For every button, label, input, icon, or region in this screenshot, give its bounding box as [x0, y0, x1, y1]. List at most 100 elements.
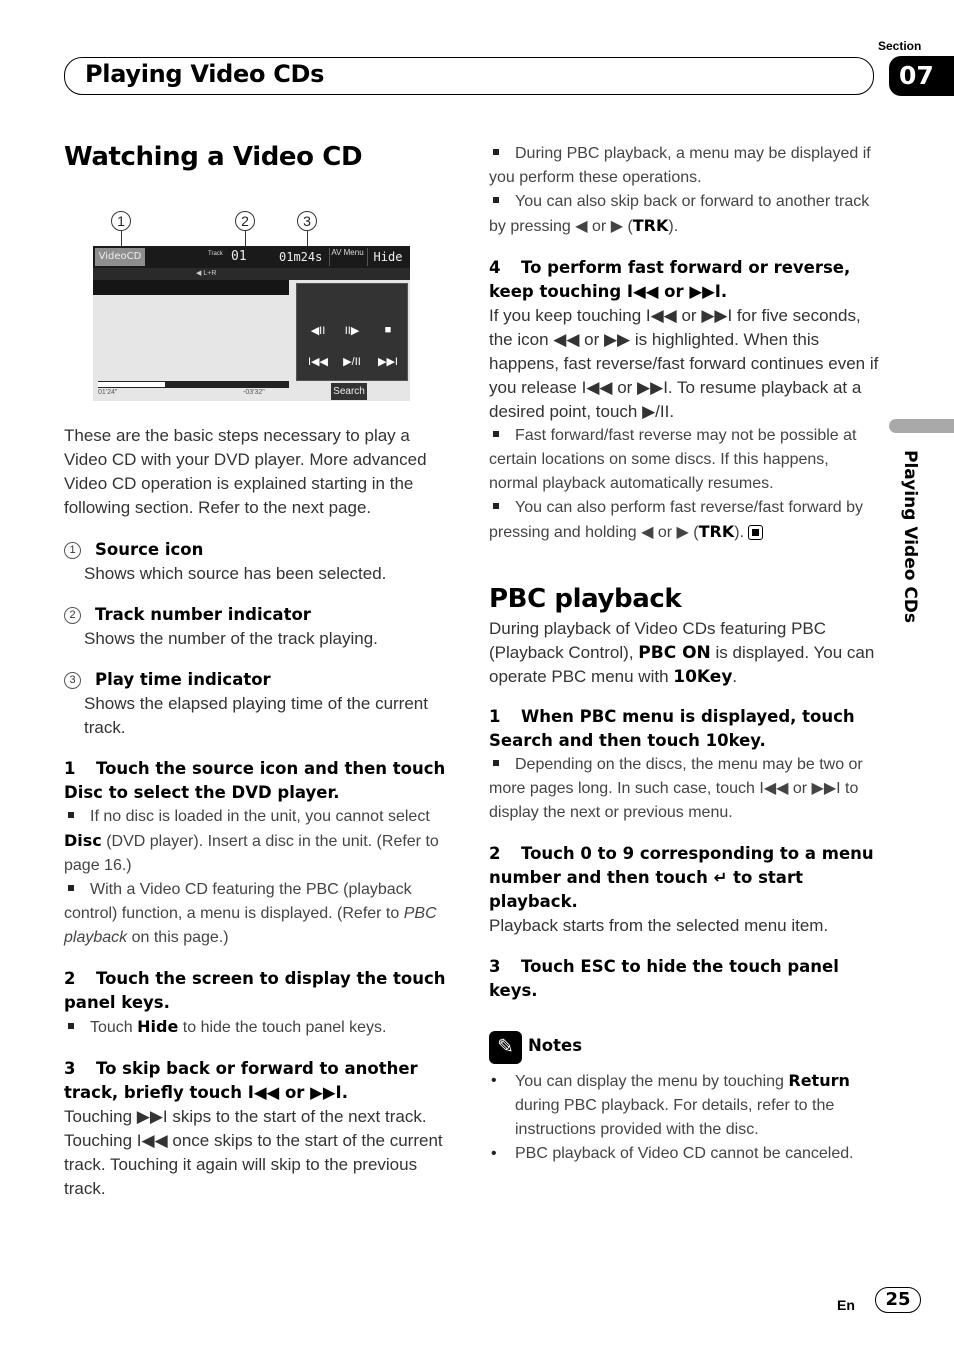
item-track-number: 2 Track number indicator Shows the number… — [64, 603, 454, 651]
playback-progress-bar — [98, 381, 289, 388]
step-4-note-2: You can also perform fast reverse/fast f… — [489, 496, 879, 545]
pbc-intro: During playback of Video CDs featuring P… — [489, 617, 879, 689]
left-column-text: These are the basic steps necessary to p… — [64, 424, 454, 1201]
note-text: (DVD player). Insert a disc in the unit.… — [64, 833, 439, 874]
note-text: You can also skip back or forward to ano… — [489, 193, 870, 235]
step-4-title: 4 To perform fast forward or reverse, kee… — [489, 256, 879, 304]
step-text: When PBC menu is displayed, touch Search… — [489, 707, 855, 750]
step-text: Touch the screen to display the touch pa… — [64, 969, 446, 1012]
note-text: during PBC playback. For details, refer … — [515, 1097, 835, 1138]
note-text: ). — [668, 218, 679, 235]
pbc-note: During PBC playback, a menu may be displ… — [489, 142, 879, 190]
step-1-note-1: If no disc is loaded in the unit, you ca… — [64, 805, 454, 878]
hide-button[interactable]: Hide — [367, 248, 408, 266]
step-1-title: 1 Touch the source icon and then touch Di… — [64, 757, 454, 805]
play-pause-button[interactable]: ▶/II — [337, 355, 367, 368]
notes-item: PBC playback of Video CD cannot be cance… — [489, 1142, 884, 1166]
speaker-icon: ◀ — [196, 270, 202, 277]
item-title: Play time indicator — [95, 670, 271, 689]
callout-1: 1 — [111, 211, 131, 231]
end-of-section-icon — [748, 525, 764, 541]
bullet-square-icon — [68, 1023, 74, 1030]
next-track-button[interactable]: ▶▶I — [373, 355, 403, 368]
note-text: on this page.) — [127, 929, 229, 946]
bullet-square-icon — [493, 149, 499, 156]
note-bold: Return — [788, 1071, 850, 1090]
remaining-time-readout: -03'32" — [243, 389, 265, 396]
notes-list: You can display the menu by touching Ret… — [489, 1069, 884, 1166]
note-text: With a Video CD featuring the PBC (playb… — [64, 881, 412, 922]
note-bold: Disc — [64, 831, 102, 850]
item-description: Shows the number of the track playing. — [84, 629, 378, 648]
step-1-note-2: With a Video CD featuring the PBC (playb… — [64, 878, 454, 950]
stop-button[interactable]: ■ — [373, 324, 403, 336]
step-4-body: If you keep touching I◀◀ or ▶▶I for five… — [489, 306, 879, 421]
step-number: 1 — [64, 759, 76, 778]
step-number: 3 — [489, 957, 501, 976]
av-menu-button[interactable]: AV Menu — [329, 248, 365, 266]
note-text: Touch — [90, 1019, 138, 1036]
touch-control-panel: ◀II II▶ ■ I◀◀ ▶/II ▶▶I — [296, 283, 408, 381]
step-3-title: 3 To skip back or forward to another trac… — [64, 1057, 454, 1105]
notes-item: You can display the menu by touching Ret… — [489, 1069, 884, 1142]
side-tab-text: Playing Video CDs — [900, 450, 920, 624]
track-label: Track — [208, 251, 223, 257]
note-text: During PBC playback, a menu may be displ… — [489, 145, 871, 186]
note-text: You can also perform fast reverse/fast f… — [489, 499, 864, 541]
item-description: Shows the elapsed playing time of the cu… — [84, 694, 428, 737]
step-text: Touch the source icon and then touch Dis… — [64, 759, 446, 802]
step-number: 2 — [489, 844, 501, 863]
item-number: 1 — [64, 542, 81, 560]
previous-track-button[interactable]: I◀◀ — [303, 355, 333, 368]
intro-bold: 10Key — [673, 667, 733, 687]
progress-fill — [98, 382, 165, 387]
step-text: Touch 0 to 9 corresponding to a menu num… — [489, 844, 874, 911]
note-bold: Hide — [137, 1017, 179, 1036]
bullet-square-icon — [493, 760, 499, 767]
screen-status-bar — [93, 268, 410, 280]
screen-black-band — [93, 280, 289, 295]
pbc-step-1-title: 1 When PBC menu is displayed, touch Searc… — [489, 705, 879, 753]
step-number: 1 — [489, 707, 501, 726]
intro-paragraph: These are the basic steps necessary to p… — [64, 426, 427, 517]
intro-text: . — [732, 667, 738, 686]
section-number-badge: 07 — [889, 56, 954, 96]
bullet-square-icon — [68, 812, 74, 819]
step-2-note: Touch Hide to hide the touch panel keys. — [64, 1015, 454, 1040]
step-text: To perform fast forward or reverse, keep… — [489, 258, 851, 301]
page-title: Playing Video CDs — [85, 60, 325, 88]
heading-watching-video-cd: Watching a Video CD — [64, 142, 363, 172]
source-icon-button[interactable]: VideoCD — [95, 248, 145, 266]
pbc-step-3-title: 3 Touch ESC to hide the touch panel keys. — [489, 955, 879, 1003]
note-bold: TRK — [698, 522, 735, 541]
note-text: You can display the menu by touching — [515, 1073, 789, 1090]
search-button[interactable]: Search — [331, 383, 367, 400]
audio-channel-label: L+R — [203, 270, 217, 277]
callout-3: 3 — [297, 211, 317, 231]
note-text: Fast forward/fast reverse may not be pos… — [489, 427, 857, 492]
page-number: 25 — [875, 1287, 921, 1313]
bullet-square-icon — [493, 431, 499, 438]
side-tab-marker — [889, 419, 954, 433]
note-text: to hide the touch panel keys. — [178, 1019, 387, 1036]
intro-bold: PBC ON — [638, 643, 711, 663]
item-title: Track number indicator — [95, 605, 311, 624]
pbc-step-1-note: Depending on the discs, the menu may be … — [489, 753, 879, 825]
audio-channel-indicator: ◀ L+R — [196, 269, 216, 277]
step-3-body: Touching ▶▶I skips to the start of the n… — [64, 1107, 443, 1198]
step-text: To skip back or forward to another track… — [64, 1059, 418, 1102]
right-column-text: During PBC playback, a menu may be displ… — [489, 142, 879, 1003]
note-text: ). — [734, 524, 745, 541]
bullet-square-icon — [493, 197, 499, 204]
track-number-indicator: 01 — [231, 249, 247, 264]
language-label: En — [837, 1297, 855, 1313]
heading-pbc-playback: PBC playback — [489, 584, 682, 614]
step-4-note-1: Fast forward/fast reverse may not be pos… — [489, 424, 879, 496]
slow-reverse-button[interactable]: ◀II — [303, 324, 333, 337]
trk-note: You can also skip back or forward to ano… — [489, 190, 879, 239]
slow-forward-button[interactable]: II▶ — [337, 324, 367, 337]
elapsed-time-readout: 01'24" — [98, 389, 118, 396]
item-description: Shows which source has been selected. — [84, 564, 387, 583]
note-text: Depending on the discs, the menu may be … — [489, 756, 863, 821]
bullet-square-icon — [68, 885, 74, 892]
